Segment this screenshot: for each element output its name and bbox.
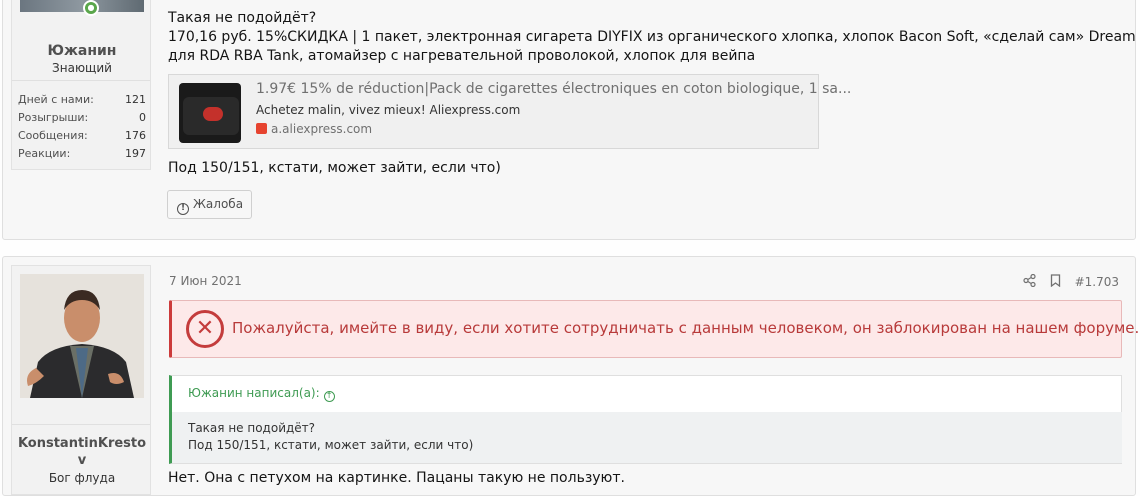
message-line: 170,16 руб. 15%СКИДКА | 1 пакет, электро… [168, 29, 1140, 45]
user-title: Бог флуда [48, 471, 116, 485]
share-icon[interactable] [1022, 273, 1036, 290]
quote-line: Под 150/151, кстати, может зайти, если ч… [188, 438, 474, 452]
stat-value: 197 [125, 147, 146, 160]
link-preview-domain: a.aliexpress.com [256, 122, 372, 136]
divider [12, 80, 150, 81]
link-preview-title[interactable]: 1.97€ 15% de réduction|Pack de cigarette… [256, 81, 851, 97]
stat-label: Сообщения: [18, 129, 88, 142]
divider [12, 424, 150, 425]
stat-row: Розыгрыши: 0 [18, 109, 146, 127]
link-preview-description: Achetez malin, vivez mieux! Aliexpress.c… [256, 103, 521, 117]
report-button[interactable]: ! Жалоба [167, 190, 252, 219]
stat-value: 121 [125, 93, 146, 106]
post-actions: #1.703 [1022, 273, 1119, 290]
stat-row: Дней с нами: 121 [18, 91, 146, 109]
post-date[interactable]: 7 Июн 2021 [169, 274, 242, 288]
link-domain-text: a.aliexpress.com [271, 122, 373, 136]
quote-author-link[interactable]: Южанин написал(а): ↑ [188, 386, 335, 402]
error-x-icon: ✕ [186, 310, 224, 348]
stat-label: Дней с нами: [18, 93, 94, 106]
stat-row: Сообщения: 176 [18, 127, 146, 145]
warning-text: Пожалуйста, имейте в виду, если хотите с… [232, 319, 1140, 337]
message-line: Такая не подойдёт? [168, 10, 317, 26]
message-line: Нет. Она с петухом на картинке. Пацаны т… [168, 470, 625, 486]
message-body: Нет. Она с петухом на картинке. Пацаны т… [168, 469, 625, 488]
link-preview-thumbnail[interactable] [179, 83, 241, 143]
avatar[interactable] [20, 274, 144, 398]
link-preview[interactable]: 1.97€ 15% de réduction|Pack de cigarette… [168, 74, 851, 149]
blocked-user-warning: ✕ Пожалуйста, имейте в виду, если хотите… [169, 300, 1139, 358]
user-title: Знающий [52, 61, 112, 75]
user-info-panel: ● Южанин Знающий Дней с нами: 121 Розыгры… [11, 0, 151, 170]
quote-line: Такая не подойдёт? [188, 421, 316, 435]
post-number[interactable]: #1.703 [1075, 275, 1119, 289]
message-line: Под 150/151, кстати, может зайти, если ч… [168, 160, 501, 176]
quote-author[interactable]: Южанин написал(а): [188, 386, 320, 400]
username[interactable]: KonstantinKresto [12, 436, 152, 451]
aliexpress-favicon-icon [256, 123, 267, 134]
username-continued[interactable]: v [12, 453, 152, 468]
quote-block: Южанин написал(а): ↑ Такая не подойдёт? П… [169, 375, 1122, 464]
user-info-panel: KonstantinKresto v Бог флуда [11, 265, 151, 495]
user-photo-icon [20, 274, 144, 398]
stat-label: Розыгрыши: [18, 111, 89, 124]
post-1: ● Южанин Знающий Дней с нами: 121 Розыгры… [2, 0, 1140, 240]
bookmark-icon[interactable] [1050, 274, 1061, 290]
avatar[interactable] [20, 0, 144, 12]
report-label: Жалоба [193, 197, 244, 211]
report-icon: ! [177, 203, 189, 215]
user-stats: Дней с нами: 121 Розыгрыши: 0 Сообщения: 17… [18, 91, 146, 163]
stat-row: Реакции: 197 [18, 145, 146, 163]
online-status-icon: ● [83, 0, 99, 16]
go-to-quoted-icon[interactable]: ↑ [323, 391, 335, 402]
stat-label: Реакции: [18, 147, 71, 160]
message-line: для RDA RBA Tank, атомайзер с нагревател… [168, 48, 756, 64]
stat-value: 0 [139, 111, 146, 124]
post-2: KonstantinKresto v Бог флуда 7 Июн 2021 … [2, 256, 1139, 496]
message-after-link: Под 150/151, кстати, может зайти, если ч… [168, 159, 501, 178]
stat-value: 176 [125, 129, 146, 142]
username[interactable]: Южанин [12, 43, 152, 59]
message-body: Такая не подойдёт? 170,16 руб. 15%СКИДКА… [168, 9, 1140, 66]
quote-body: Такая не подойдёт? Под 150/151, кстати, … [172, 412, 1122, 463]
